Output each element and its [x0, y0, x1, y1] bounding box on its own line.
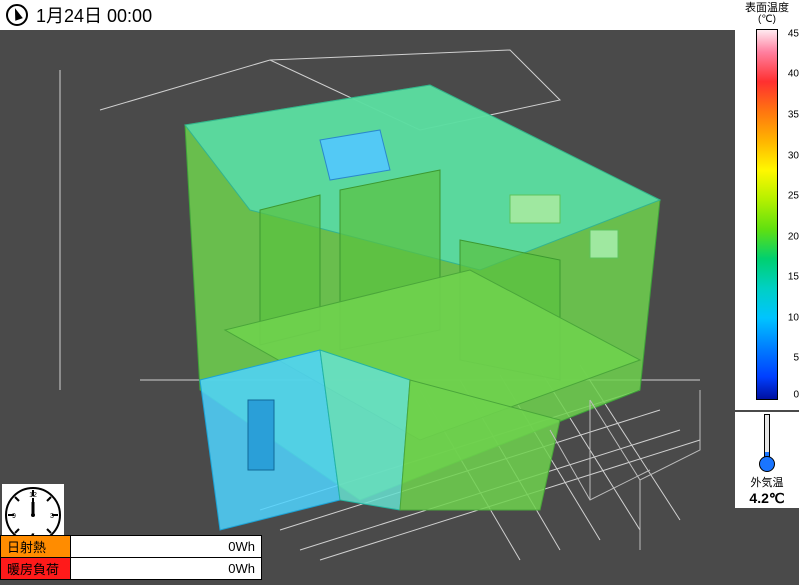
- header-bar: 1月24日 00:00: [0, 0, 799, 30]
- metrics-table: 日射熱 0Wh 暖房負荷 0Wh: [0, 535, 262, 580]
- legend-tick: 45: [788, 28, 799, 39]
- legend-tick: 35: [788, 109, 799, 120]
- 3d-viewport[interactable]: [0, 30, 735, 580]
- outside-temp-value: 4.2℃: [749, 490, 784, 507]
- outside-temp-panel: 外気温 4.2℃: [735, 412, 799, 508]
- legend-tick: 30: [788, 150, 799, 161]
- legend-tick: 40: [788, 69, 799, 80]
- legend-tick: 10: [788, 312, 799, 323]
- compass-icon: [6, 4, 28, 26]
- datetime-label: 1月24日 00:00: [36, 2, 152, 28]
- legend-title: 表面温度: [745, 0, 789, 14]
- legend-tick: 5: [793, 353, 799, 364]
- outside-temp-label: 外気温: [751, 474, 784, 490]
- temperature-legend: 表面温度 (℃) 45 40 35 30 25 20 15 10 5 0: [735, 0, 799, 410]
- heating-load-label: 暖房負荷: [1, 558, 71, 580]
- solar-heat-value: 0Wh: [71, 536, 262, 558]
- table-row: 日射熱 0Wh: [1, 536, 262, 558]
- legend-colorbar: 45 40 35 30 25 20 15 10 5 0: [756, 29, 778, 400]
- legend-tick: 20: [788, 231, 799, 242]
- heating-load-value: 0Wh: [71, 558, 262, 580]
- legend-unit: (℃): [758, 14, 776, 25]
- legend-tick: 15: [788, 272, 799, 283]
- solar-heat-label: 日射熱: [1, 536, 71, 558]
- svg-text:3: 3: [50, 513, 54, 520]
- table-row: 暖房負荷 0Wh: [1, 558, 262, 580]
- building-model: [0, 30, 735, 580]
- svg-text:12: 12: [29, 492, 37, 499]
- legend-tick: 25: [788, 191, 799, 202]
- thermometer-icon: [755, 414, 779, 472]
- svg-text:9: 9: [12, 513, 16, 520]
- legend-tick: 0: [793, 390, 799, 401]
